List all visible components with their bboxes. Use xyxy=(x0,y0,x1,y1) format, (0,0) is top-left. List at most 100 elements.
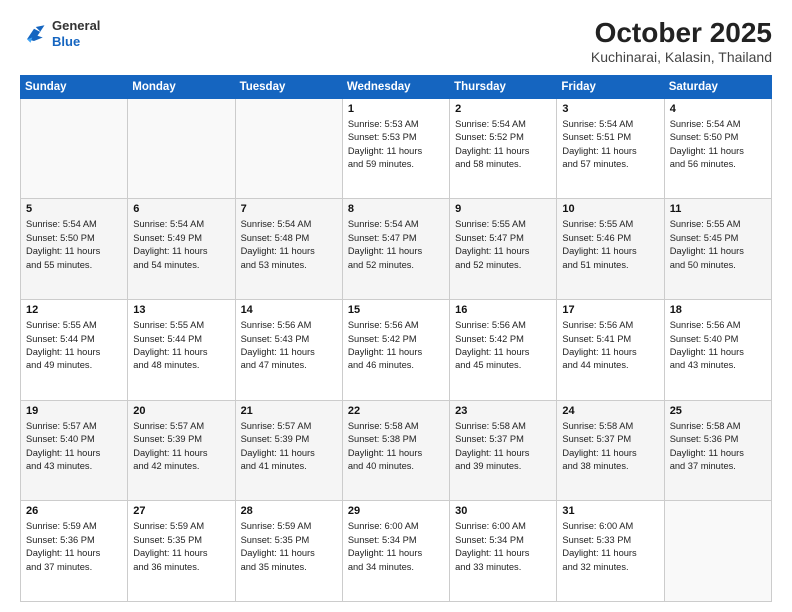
day-number: 22 xyxy=(348,405,444,417)
day-number: 29 xyxy=(348,505,444,517)
calendar-cell: 20 Sunrise: 5:57 AM Sunset: 5:39 PM Dayli… xyxy=(128,400,235,501)
day-number: 4 xyxy=(670,103,766,115)
day-info: Sunrise: 5:58 AM Sunset: 5:38 PM Dayligh… xyxy=(348,420,444,474)
day-number: 8 xyxy=(348,203,444,215)
weekday-wednesday: Wednesday xyxy=(342,75,449,98)
day-number: 25 xyxy=(670,405,766,417)
day-number: 13 xyxy=(133,304,229,316)
calendar-cell: 9 Sunrise: 5:55 AM Sunset: 5:47 PM Daylig… xyxy=(450,199,557,300)
calendar-cell xyxy=(664,501,771,602)
calendar-cell: 11 Sunrise: 5:55 AM Sunset: 5:45 PM Dayli… xyxy=(664,199,771,300)
calendar-cell: 14 Sunrise: 5:56 AM Sunset: 5:43 PM Dayli… xyxy=(235,300,342,401)
calendar-cell: 19 Sunrise: 5:57 AM Sunset: 5:40 PM Dayli… xyxy=(21,400,128,501)
day-info: Sunrise: 5:55 AM Sunset: 5:47 PM Dayligh… xyxy=(455,218,551,272)
day-number: 6 xyxy=(133,203,229,215)
day-info: Sunrise: 5:58 AM Sunset: 5:37 PM Dayligh… xyxy=(562,420,658,474)
weekday-friday: Friday xyxy=(557,75,664,98)
calendar-cell: 28Sunrise: 5:59 AM Sunset: 5:35 PM Dayli… xyxy=(235,501,342,602)
day-info: Sunrise: 5:56 AM Sunset: 5:40 PM Dayligh… xyxy=(670,319,766,373)
day-info: Sunrise: 5:53 AM Sunset: 5:53 PM Dayligh… xyxy=(348,118,444,172)
calendar-cell: 10 Sunrise: 5:55 AM Sunset: 5:46 PM Dayli… xyxy=(557,199,664,300)
calendar-cell: 16 Sunrise: 5:56 AM Sunset: 5:42 PM Dayli… xyxy=(450,300,557,401)
day-info: Sunrise: 5:54 AM Sunset: 5:50 PM Dayligh… xyxy=(670,118,766,172)
day-number: 1 xyxy=(348,103,444,115)
weekday-sunday: Sunday xyxy=(21,75,128,98)
calendar-cell: 8 Sunrise: 5:54 AM Sunset: 5:47 PM Daylig… xyxy=(342,199,449,300)
day-info: Sunrise: 6:00 AM Sunset: 5:34 PM Dayligh… xyxy=(455,520,551,574)
day-info: Sunrise: 5:55 AM Sunset: 5:44 PM Dayligh… xyxy=(26,319,122,373)
day-info: Sunrise: 5:54 AM Sunset: 5:52 PM Dayligh… xyxy=(455,118,551,172)
day-info: Sunrise: 5:54 AM Sunset: 5:51 PM Dayligh… xyxy=(562,118,658,172)
calendar-title: October 2025 xyxy=(591,18,772,49)
day-number: 18 xyxy=(670,304,766,316)
day-number: 28 xyxy=(241,505,337,517)
title-block: October 2025 Kuchinarai, Kalasin, Thaila… xyxy=(591,18,772,65)
calendar-cell: 25 Sunrise: 5:58 AM Sunset: 5:36 PM Dayli… xyxy=(664,400,771,501)
calendar-week-5: 26Sunrise: 5:59 AM Sunset: 5:36 PM Dayli… xyxy=(21,501,772,602)
calendar-cell: 7 Sunrise: 5:54 AM Sunset: 5:48 PM Daylig… xyxy=(235,199,342,300)
header: General Blue October 2025 Kuchinarai, Ka… xyxy=(20,18,772,65)
logo-bird-icon xyxy=(20,20,48,48)
calendar-subtitle: Kuchinarai, Kalasin, Thailand xyxy=(591,49,772,65)
day-info: Sunrise: 5:56 AM Sunset: 5:41 PM Dayligh… xyxy=(562,319,658,373)
day-number: 20 xyxy=(133,405,229,417)
day-info: Sunrise: 6:00 AM Sunset: 5:34 PM Dayligh… xyxy=(348,520,444,574)
calendar-cell: 29 Sunrise: 6:00 AM Sunset: 5:34 PM Dayli… xyxy=(342,501,449,602)
calendar-cell: 15Sunrise: 5:56 AM Sunset: 5:42 PM Dayli… xyxy=(342,300,449,401)
day-number: 5 xyxy=(26,203,122,215)
calendar-cell: 31 Sunrise: 6:00 AM Sunset: 5:33 PM Dayli… xyxy=(557,501,664,602)
day-number: 7 xyxy=(241,203,337,215)
day-info: Sunrise: 5:55 AM Sunset: 5:44 PM Dayligh… xyxy=(133,319,229,373)
day-number: 14 xyxy=(241,304,337,316)
day-number: 9 xyxy=(455,203,551,215)
day-info: Sunrise: 5:55 AM Sunset: 5:46 PM Dayligh… xyxy=(562,218,658,272)
day-number: 11 xyxy=(670,203,766,215)
calendar-cell: 22 Sunrise: 5:58 AM Sunset: 5:38 PM Dayli… xyxy=(342,400,449,501)
calendar-cell: 24 Sunrise: 5:58 AM Sunset: 5:37 PM Dayli… xyxy=(557,400,664,501)
day-number: 30 xyxy=(455,505,551,517)
day-info: Sunrise: 5:54 AM Sunset: 5:47 PM Dayligh… xyxy=(348,218,444,272)
calendar-cell: 2Sunrise: 5:54 AM Sunset: 5:52 PM Daylig… xyxy=(450,98,557,199)
logo-blue: Blue xyxy=(52,34,100,50)
day-info: Sunrise: 5:59 AM Sunset: 5:35 PM Dayligh… xyxy=(133,520,229,574)
calendar-cell xyxy=(235,98,342,199)
day-number: 15 xyxy=(348,304,444,316)
day-info: Sunrise: 5:55 AM Sunset: 5:45 PM Dayligh… xyxy=(670,218,766,272)
calendar-cell: 13 Sunrise: 5:55 AM Sunset: 5:44 PM Dayli… xyxy=(128,300,235,401)
day-info: Sunrise: 5:57 AM Sunset: 5:40 PM Dayligh… xyxy=(26,420,122,474)
day-number: 16 xyxy=(455,304,551,316)
calendar-cell: 5 Sunrise: 5:54 AM Sunset: 5:50 PM Daylig… xyxy=(21,199,128,300)
calendar-cell: 27Sunrise: 5:59 AM Sunset: 5:35 PM Dayli… xyxy=(128,501,235,602)
calendar-table: SundayMondayTuesdayWednesdayThursdayFrid… xyxy=(20,75,772,602)
day-info: Sunrise: 6:00 AM Sunset: 5:33 PM Dayligh… xyxy=(562,520,658,574)
day-number: 24 xyxy=(562,405,658,417)
day-info: Sunrise: 5:56 AM Sunset: 5:43 PM Dayligh… xyxy=(241,319,337,373)
logo: General Blue xyxy=(20,18,100,49)
day-number: 26 xyxy=(26,505,122,517)
day-number: 19 xyxy=(26,405,122,417)
calendar-cell: 23Sunrise: 5:58 AM Sunset: 5:37 PM Dayli… xyxy=(450,400,557,501)
calendar-week-2: 5 Sunrise: 5:54 AM Sunset: 5:50 PM Daylig… xyxy=(21,199,772,300)
weekday-saturday: Saturday xyxy=(664,75,771,98)
day-info: Sunrise: 5:57 AM Sunset: 5:39 PM Dayligh… xyxy=(133,420,229,474)
calendar-cell: 4 Sunrise: 5:54 AM Sunset: 5:50 PM Daylig… xyxy=(664,98,771,199)
calendar-cell: 30 Sunrise: 6:00 AM Sunset: 5:34 PM Dayli… xyxy=(450,501,557,602)
day-info: Sunrise: 5:54 AM Sunset: 5:48 PM Dayligh… xyxy=(241,218,337,272)
day-info: Sunrise: 5:56 AM Sunset: 5:42 PM Dayligh… xyxy=(455,319,551,373)
calendar-cell: 21Sunrise: 5:57 AM Sunset: 5:39 PM Dayli… xyxy=(235,400,342,501)
calendar-cell: 1 Sunrise: 5:53 AM Sunset: 5:53 PM Daylig… xyxy=(342,98,449,199)
day-number: 3 xyxy=(562,103,658,115)
weekday-tuesday: Tuesday xyxy=(235,75,342,98)
day-number: 31 xyxy=(562,505,658,517)
day-number: 10 xyxy=(562,203,658,215)
calendar-cell: 17 Sunrise: 5:56 AM Sunset: 5:41 PM Dayli… xyxy=(557,300,664,401)
day-info: Sunrise: 5:58 AM Sunset: 5:37 PM Dayligh… xyxy=(455,420,551,474)
calendar-week-3: 12Sunrise: 5:55 AM Sunset: 5:44 PM Dayli… xyxy=(21,300,772,401)
day-number: 17 xyxy=(562,304,658,316)
day-info: Sunrise: 5:58 AM Sunset: 5:36 PM Dayligh… xyxy=(670,420,766,474)
calendar-cell: 18 Sunrise: 5:56 AM Sunset: 5:40 PM Dayli… xyxy=(664,300,771,401)
calendar-week-1: 1 Sunrise: 5:53 AM Sunset: 5:53 PM Daylig… xyxy=(21,98,772,199)
day-info: Sunrise: 5:54 AM Sunset: 5:50 PM Dayligh… xyxy=(26,218,122,272)
weekday-thursday: Thursday xyxy=(450,75,557,98)
day-info: Sunrise: 5:57 AM Sunset: 5:39 PM Dayligh… xyxy=(241,420,337,474)
